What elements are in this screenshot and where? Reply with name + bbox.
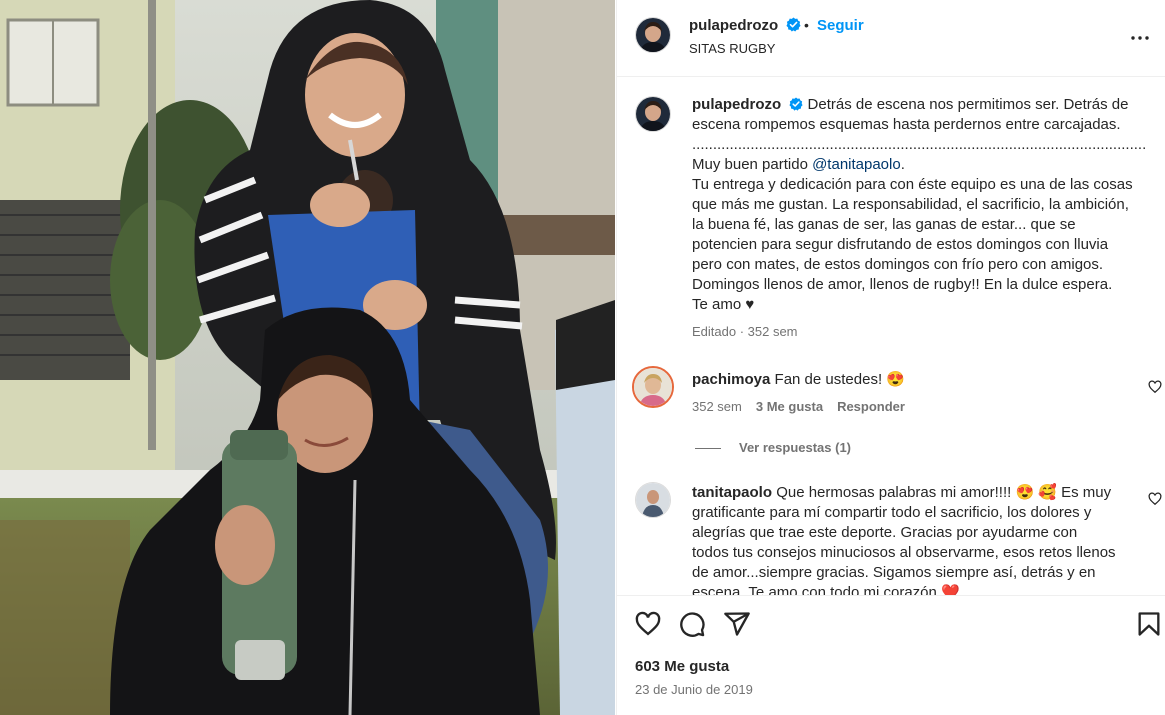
- comment-text: Fan de ustedes! 😍: [774, 371, 905, 388]
- caption-line-1: pulapedrozo Detrás de escena nos permiti…: [692, 95, 1147, 115]
- comment-text-line-1: Que hermosas palabras mi amor!!!! 😍 🥰 Es…: [776, 484, 1112, 501]
- caption-line-4-post: .: [900, 156, 905, 173]
- author-subtitle[interactable]: SITAS RUGBY: [689, 41, 775, 56]
- commenter-avatar[interactable]: [632, 366, 674, 408]
- view-replies-button[interactable]: Ver respuestas (1): [695, 440, 851, 455]
- more-options-icon[interactable]: [1128, 26, 1152, 50]
- header-separator: •: [804, 17, 809, 33]
- view-replies-line: [695, 448, 721, 450]
- caption-line-10: Domingos llenos de amor, llenos de rugby…: [692, 276, 1113, 293]
- comment-like-heart-icon[interactable]: [1148, 380, 1162, 394]
- post-details-panel: pulapedrozo • Seguir SITAS RUGBY pulaped…: [616, 0, 1165, 715]
- comments-section[interactable]: pulapedrozo Detrás de escena nos permiti…: [617, 78, 1165, 595]
- author-username-text[interactable]: pulapedrozo: [689, 17, 778, 34]
- caption-mention-link[interactable]: @tanitapaolo: [812, 156, 901, 173]
- comment-icon[interactable]: [678, 610, 706, 638]
- post-header: pulapedrozo • Seguir SITAS RUGBY: [617, 0, 1165, 77]
- comment-text-line-4: todos tus consejos minuciosos al observa…: [692, 544, 1116, 561]
- likes-count[interactable]: 603 Me gusta: [635, 658, 729, 675]
- author-avatar[interactable]: [635, 17, 671, 53]
- commenter-avatar-image: [634, 368, 672, 406]
- post-photo[interactable]: [0, 0, 615, 715]
- post-date[interactable]: 23 de Junio de 2019: [635, 682, 753, 697]
- caption-line-8: potencien para segur disfrutando de esto…: [692, 236, 1109, 253]
- caption-line-1-text: Detrás de escena nos permitimos ser. Det…: [807, 96, 1129, 113]
- post-photo-image: [0, 0, 615, 715]
- comment-text-line-5: de amor...siempre gracias. Sigamos siemp…: [692, 564, 1096, 581]
- caption-line-7: la buena fé, las ganas de ser, las ganas…: [692, 216, 1076, 233]
- comment-likes[interactable]: 3 Me gusta: [756, 399, 823, 414]
- caption-text: pulapedrozo Detrás de escena nos permiti…: [692, 95, 1147, 342]
- author-avatar-image: [636, 18, 670, 52]
- caption-author-avatar-image: [636, 97, 670, 131]
- comment-item: tanitapaolo Que hermosas palabras mi amo…: [617, 480, 1165, 595]
- caption-username[interactable]: pulapedrozo: [692, 96, 781, 113]
- comment-item: pachimoya Fan de ustedes! 😍 352 sem 3 Me …: [617, 366, 1165, 476]
- comment-text-line-6: escena. Te amo con todo mi corazón ❤️: [692, 584, 960, 595]
- commenter-avatar-image: [636, 483, 670, 517]
- comment-like-heart-icon[interactable]: [1148, 492, 1162, 506]
- comment-text-line-3: alegrías que trae este deporte. Gracias …: [692, 524, 1078, 541]
- heart-icon[interactable]: [634, 610, 662, 638]
- view-replies-label[interactable]: Ver respuestas (1): [739, 440, 851, 455]
- comment-text-line-2: gratificante para mí compartir todo el s…: [692, 504, 1092, 521]
- caption-line-2: escena rompemos esquemas hasta perdernos…: [692, 116, 1121, 133]
- commenter-username[interactable]: pachimoya: [692, 371, 770, 388]
- caption-line-4: Muy buen partido @tanitapaolo.: [692, 155, 1147, 175]
- caption-line-9: pero con mates, de estos domingos con fr…: [692, 256, 1104, 273]
- verified-badge-icon: [786, 17, 801, 32]
- commenter-avatar[interactable]: [635, 482, 671, 518]
- comment-time[interactable]: 352 sem: [692, 399, 742, 414]
- author-username[interactable]: pulapedrozo: [689, 17, 801, 34]
- verified-badge-icon: [789, 97, 803, 111]
- caption-line-4-pre: Muy buen partido: [692, 156, 813, 173]
- bookmark-icon[interactable]: [1135, 610, 1163, 638]
- comment-body: pachimoya Fan de ustedes! 😍 352 sem 3 Me …: [692, 370, 1147, 417]
- comment-meta: 352 sem 3 Me gusta Responder: [692, 397, 1147, 417]
- caption-line-5: Tu entrega y dedicación para con éste eq…: [692, 176, 1133, 193]
- caption-meta: Editado · 352 sem: [692, 324, 798, 339]
- caption-line-11: Te amo ♥: [692, 296, 755, 313]
- post-actions-bar: 603 Me gusta 23 de Junio de 2019: [617, 595, 1165, 715]
- reply-button[interactable]: Responder: [837, 399, 905, 414]
- caption-divider: ........................................…: [692, 136, 1147, 153]
- comment-line-1: tanitapaolo Que hermosas palabras mi amo…: [692, 483, 1147, 503]
- follow-button[interactable]: Seguir: [817, 17, 864, 34]
- comment-body: tanitapaolo Que hermosas palabras mi amo…: [692, 483, 1147, 595]
- share-icon[interactable]: [723, 610, 751, 638]
- caption-line-6: que más me gustan. La responsabilidad, e…: [692, 196, 1129, 213]
- commenter-username[interactable]: tanitapaolo: [692, 484, 772, 501]
- caption-author-avatar[interactable]: [635, 96, 671, 132]
